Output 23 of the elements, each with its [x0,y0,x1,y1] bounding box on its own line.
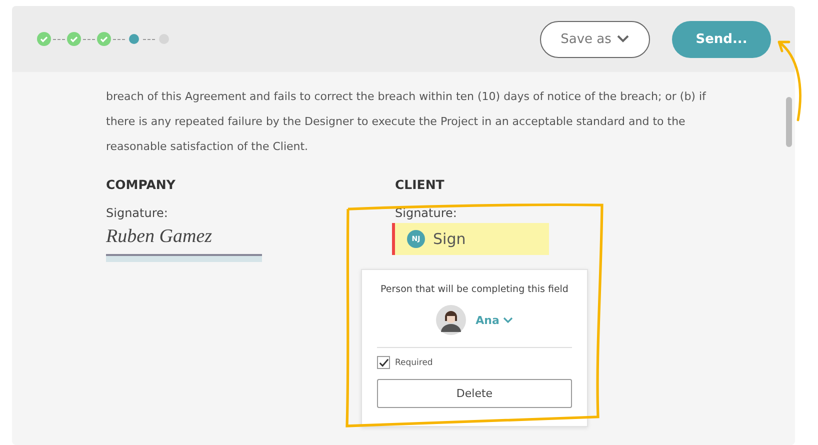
handwritten-signature: Ruben Gamez [106,226,214,249]
step-done-icon [67,32,81,46]
delete-button[interactable]: Delete [377,379,572,408]
step-done-icon [37,32,51,46]
avatar-icon [436,305,466,335]
agreement-text-line: reasonable satisfaction of the Client. [106,139,310,155]
step-current-dot [129,34,139,44]
scrollbar-thumb[interactable] [786,97,792,147]
agreement-text-line: breach of this Agreement and fails to correct the breach within ten (10) days of notice of the breach; or (b) if [106,89,708,105]
popover-prompt: Person that will be completing this field [380,284,570,295]
agreement-text-line: there is any repeated failure by the Designer to execute the Project in an acceptable standard and to the [106,114,686,130]
signature-label: Signature: [106,206,169,220]
person-dropdown[interactable]: Ana [476,314,514,326]
required-checkbox[interactable] [377,356,390,369]
required-label: Required [395,358,433,368]
signature-label: Signature: [395,206,458,220]
send-button[interactable]: Send... [672,20,771,58]
chevron-down-icon [503,316,514,324]
step-done-icon [97,32,111,46]
chevron-down-icon [617,35,630,43]
section-heading: COMPANY [106,177,176,192]
section-heading: CLIENT [395,177,446,192]
save-as-button[interactable]: Save as [540,20,650,58]
